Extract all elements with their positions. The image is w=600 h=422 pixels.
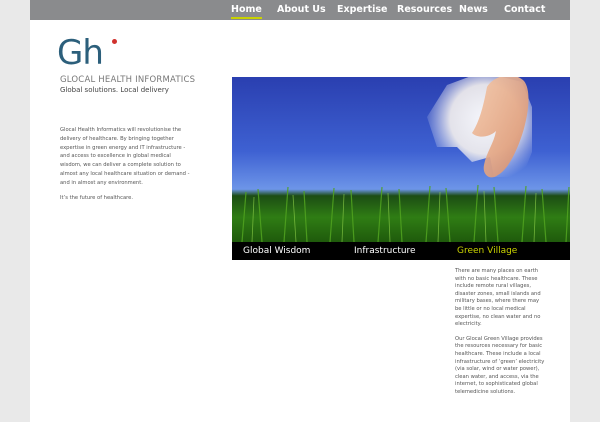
description-paragraph: There are many places on earth with no b… [455, 268, 541, 328]
nav-expertise[interactable]: Expertise [337, 0, 387, 20]
feature-tabs: Global Wisdom Infrastructure Green Villa… [232, 242, 570, 260]
nav-resources[interactable]: Resources [397, 0, 452, 20]
intro-text: Glocal Health Informatics will revolutio… [60, 126, 190, 208]
tab-global-wisdom[interactable]: Global Wisdom [243, 242, 310, 260]
top-nav: Home About Us Expertise Resources News C… [30, 0, 570, 20]
nav-home[interactable]: Home [231, 0, 262, 20]
hero-illustration [241, 77, 570, 242]
tab-green-village[interactable]: Green Village [457, 242, 517, 260]
hero-image [232, 77, 570, 242]
tab-infrastructure[interactable]: Infrastructure [354, 242, 416, 260]
logo[interactable]: Gh [57, 36, 127, 74]
nav-about-us[interactable]: About Us [277, 0, 326, 20]
company-name: GLOCAL HEALTH INFORMATICS [60, 75, 196, 85]
nav-contact[interactable]: Contact [504, 0, 545, 20]
intro-paragraph: It’s the future of healthcare. [60, 194, 133, 201]
nav-news[interactable]: News [459, 0, 488, 20]
tagline: Global solutions. Local delivery [60, 86, 169, 94]
description-paragraph: Our Glocal Green Village provides the re… [455, 335, 545, 395]
green-village-description: There are many places on earth with no b… [455, 268, 545, 404]
logo-dot-icon [112, 39, 117, 44]
intro-paragraph: Glocal Health Informatics will revolutio… [60, 127, 190, 186]
page: Home About Us Expertise Resources News C… [30, 0, 570, 422]
